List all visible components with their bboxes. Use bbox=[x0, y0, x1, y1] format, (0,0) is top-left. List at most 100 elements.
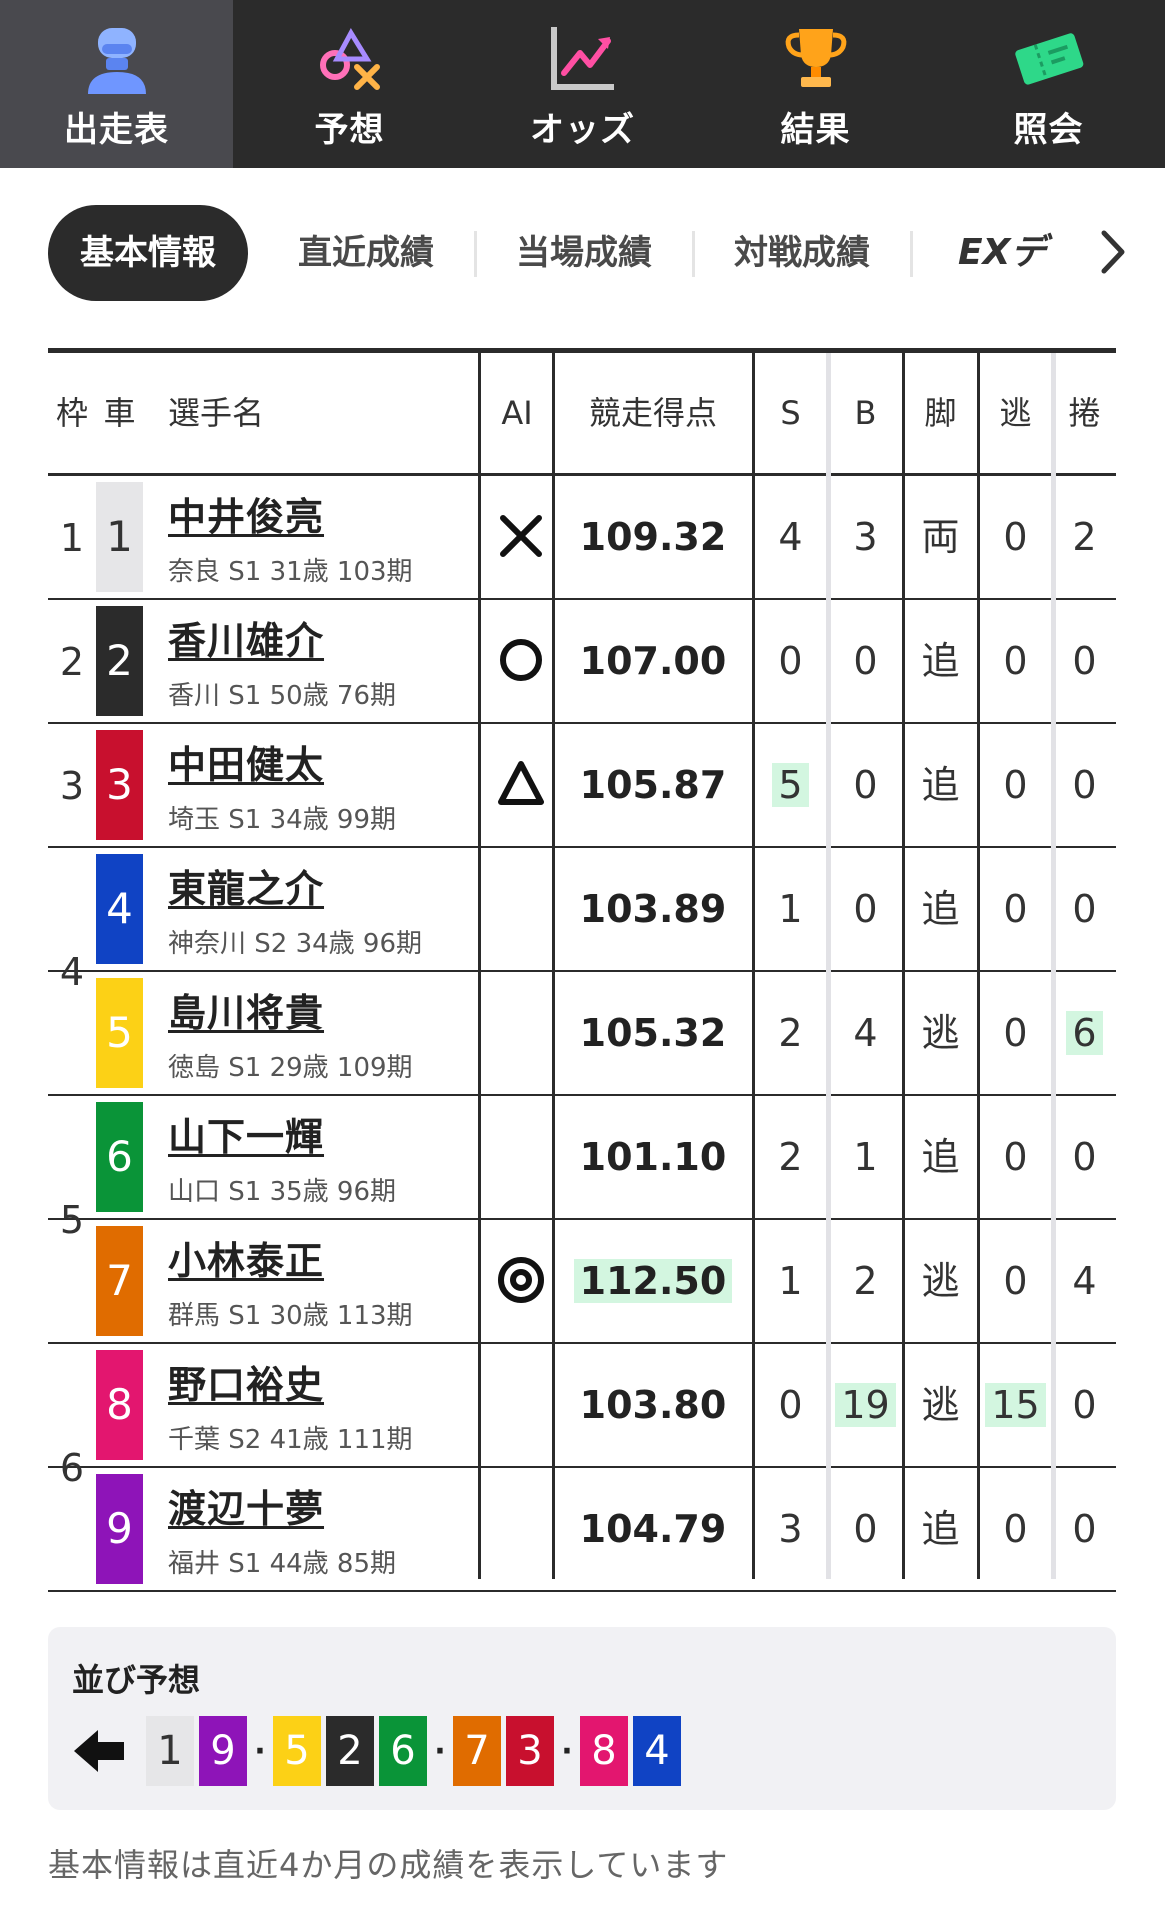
tab-divider bbox=[474, 231, 477, 277]
table-row[interactable]: 9 渡辺十夢 福井 S1 44歳 85期 104.79 3 0 追 0 0 bbox=[48, 1468, 1116, 1592]
stat-leg: 逃 bbox=[903, 1344, 978, 1466]
stat-leg-value: 逃 bbox=[921, 1259, 960, 1303]
ai-mark bbox=[491, 1250, 551, 1310]
stat-leg: 追 bbox=[903, 600, 978, 722]
nav-tab-prediction[interactable]: 予想 bbox=[233, 0, 466, 168]
player-info[interactable]: 中田健太 埼玉 S1 34歳 99期 bbox=[168, 734, 396, 836]
ai-mark bbox=[491, 630, 551, 690]
stat-makuri-value: 2 bbox=[1072, 515, 1097, 559]
player-info[interactable]: 島川将貴徳島 S1 29歳 109期 bbox=[168, 982, 413, 1084]
lineup-car-badge: 7 bbox=[453, 1716, 501, 1786]
nav-tab-entries[interactable]: 出走表 bbox=[0, 0, 233, 168]
player-info[interactable]: 渡辺十夢 福井 S1 44歳 85期 bbox=[168, 1478, 396, 1580]
nav-tab-results[interactable]: 結果 bbox=[699, 0, 932, 168]
race-score: 103.89 bbox=[553, 848, 753, 970]
player-name-link[interactable]: 中井俊亮 bbox=[168, 486, 413, 541]
player-name-link[interactable]: 島川将貴 bbox=[168, 982, 413, 1037]
stat-nige: 0 bbox=[978, 1468, 1053, 1590]
player-name-link[interactable]: 小林泰正 bbox=[168, 1230, 413, 1285]
ai-mark bbox=[491, 1002, 551, 1062]
stat-s-value: 1 bbox=[778, 887, 803, 931]
stat-leg-value: 逃 bbox=[921, 1383, 960, 1427]
player-meta: 徳島 S1 29歳 109期 bbox=[168, 1053, 413, 1083]
stat-makuri-value: 6 bbox=[1066, 1011, 1103, 1055]
player-info[interactable]: 東龍之介 神奈川 S2 34歳 96期 bbox=[168, 858, 422, 960]
stat-leg-value: 追 bbox=[921, 639, 960, 683]
player-info[interactable]: 野口裕史 千葉 S2 41歳 111期 bbox=[168, 1354, 413, 1456]
header-s: S bbox=[780, 394, 801, 432]
stat-s-value: 5 bbox=[772, 763, 809, 807]
column-divider bbox=[977, 353, 980, 1579]
stat-s-value: 2 bbox=[778, 1011, 803, 1055]
table-row[interactable]: 4 東龍之介 神奈川 S2 34歳 96期 103.89 1 0 追 0 0 bbox=[48, 848, 1116, 972]
lineup-prediction: 並び予想 1 9 · 5 2 6 · 7 3 · 8 4 bbox=[48, 1627, 1116, 1810]
car-number-badge: 9 bbox=[96, 1474, 143, 1584]
race-score-value: 112.50 bbox=[573, 1259, 733, 1303]
race-score-value: 105.87 bbox=[579, 763, 727, 807]
stat-leg-value: 逃 bbox=[921, 1011, 960, 1055]
table-row[interactable]: 5 島川将貴 徳島 S1 29歳 109期 105.32 2 4 逃 0 6 bbox=[48, 972, 1116, 1096]
stat-nige-value: 0 bbox=[1003, 639, 1028, 683]
ai-mark bbox=[491, 1498, 551, 1558]
tab-head-to-head[interactable]: 対戦成績 bbox=[704, 205, 900, 301]
table-row[interactable]: 1 中井俊亮 奈良 S1 31歳 103期 109.32 4 3 両 0 2 bbox=[48, 476, 1116, 600]
player-info[interactable]: 山下一輝 山口 S1 35歳 96期 bbox=[168, 1106, 396, 1208]
player-name-link[interactable]: 渡辺十夢 bbox=[168, 1478, 396, 1533]
lineup-car-badge: 3 bbox=[506, 1716, 554, 1786]
stat-leg: 両 bbox=[903, 476, 978, 598]
chevron-right-icon[interactable] bbox=[1088, 227, 1138, 277]
lineup-car-badge: 5 bbox=[273, 1716, 321, 1786]
stat-s-value: 0 bbox=[778, 639, 803, 683]
player-name-link[interactable]: 中田健太 bbox=[168, 734, 396, 789]
trophy-icon bbox=[776, 18, 856, 98]
player-info[interactable]: 香川雄介 香川 S1 50歳 76期 bbox=[168, 610, 396, 712]
stat-leg-value: 追 bbox=[921, 1135, 960, 1179]
lineup-separator: · bbox=[561, 1733, 573, 1769]
lineup-car-badge: 8 bbox=[580, 1716, 628, 1786]
stat-b-value: 0 bbox=[853, 887, 878, 931]
table-row[interactable]: 2 香川雄介 香川 S1 50歳 76期 107.00 0 0 追 0 0 bbox=[48, 600, 1116, 724]
header-car: 車 bbox=[103, 394, 136, 432]
stat-b-value: 3 bbox=[853, 515, 878, 559]
tab-recent-results[interactable]: 直近成績 bbox=[268, 205, 464, 301]
car-number-badge: 8 bbox=[96, 1350, 143, 1460]
tab-venue-results[interactable]: 当場成績 bbox=[486, 205, 682, 301]
frame-number: 4 bbox=[59, 950, 85, 994]
header-player-name: 選手名 bbox=[168, 394, 265, 432]
nav-tab-inquiry[interactable]: 照会 bbox=[932, 0, 1165, 168]
stat-makuri-value: 0 bbox=[1072, 1507, 1097, 1551]
player-name-link[interactable]: 東龍之介 bbox=[168, 858, 422, 913]
column-divider bbox=[478, 353, 481, 1579]
player-name-link[interactable]: 山下一輝 bbox=[168, 1106, 396, 1161]
nav-tab-odds[interactable]: オッズ bbox=[466, 0, 699, 168]
player-info[interactable]: 中井俊亮 奈良 S1 31歳 103期 bbox=[168, 486, 413, 588]
stat-leg: 追 bbox=[903, 1468, 978, 1590]
stat-makuri: 2 bbox=[1053, 476, 1116, 598]
stat-nige: 0 bbox=[978, 600, 1053, 722]
table-row[interactable]: 7 小林泰正 群馬 S1 30歳 113期 112.50 1 2 逃 0 4 bbox=[48, 1220, 1116, 1344]
race-score-value: 107.00 bbox=[579, 639, 727, 683]
tab-ex-data[interactable]: EXデ bbox=[958, 205, 1078, 301]
header-leg: 脚 bbox=[924, 394, 957, 432]
player-name-link[interactable]: 香川雄介 bbox=[168, 610, 396, 665]
stat-makuri: 4 bbox=[1053, 1220, 1116, 1342]
stat-makuri-value: 0 bbox=[1072, 639, 1097, 683]
race-score-value: 109.32 bbox=[579, 515, 727, 559]
race-score-value: 101.10 bbox=[579, 1135, 727, 1179]
table-row[interactable]: 6 山下一輝 山口 S1 35歳 96期 101.10 2 1 追 0 0 bbox=[48, 1096, 1116, 1220]
nav-label: オッズ bbox=[530, 110, 635, 150]
nav-label: 照会 bbox=[1013, 110, 1084, 150]
stat-makuri: 0 bbox=[1053, 1096, 1116, 1218]
car-number-badge: 5 bbox=[96, 978, 143, 1088]
stat-leg-value: 両 bbox=[921, 515, 960, 559]
stat-b: 3 bbox=[828, 476, 903, 598]
table-row[interactable]: 8 野口裕史 千葉 S2 41歳 111期 103.80 0 19 逃 15 0 bbox=[48, 1344, 1116, 1468]
header-frame: 枠 bbox=[55, 394, 88, 432]
frame-number: 2 bbox=[59, 640, 85, 684]
stat-s: 2 bbox=[753, 1096, 828, 1218]
header-makuri: 捲 bbox=[1068, 394, 1101, 432]
table-row[interactable]: 3 中田健太 埼玉 S1 34歳 99期 105.87 5 0 追 0 0 bbox=[48, 724, 1116, 848]
player-info[interactable]: 小林泰正 群馬 S1 30歳 113期 bbox=[168, 1230, 413, 1332]
player-name-link[interactable]: 野口裕史 bbox=[168, 1354, 413, 1409]
tab-basic-info[interactable]: 基本情報 bbox=[48, 205, 248, 301]
